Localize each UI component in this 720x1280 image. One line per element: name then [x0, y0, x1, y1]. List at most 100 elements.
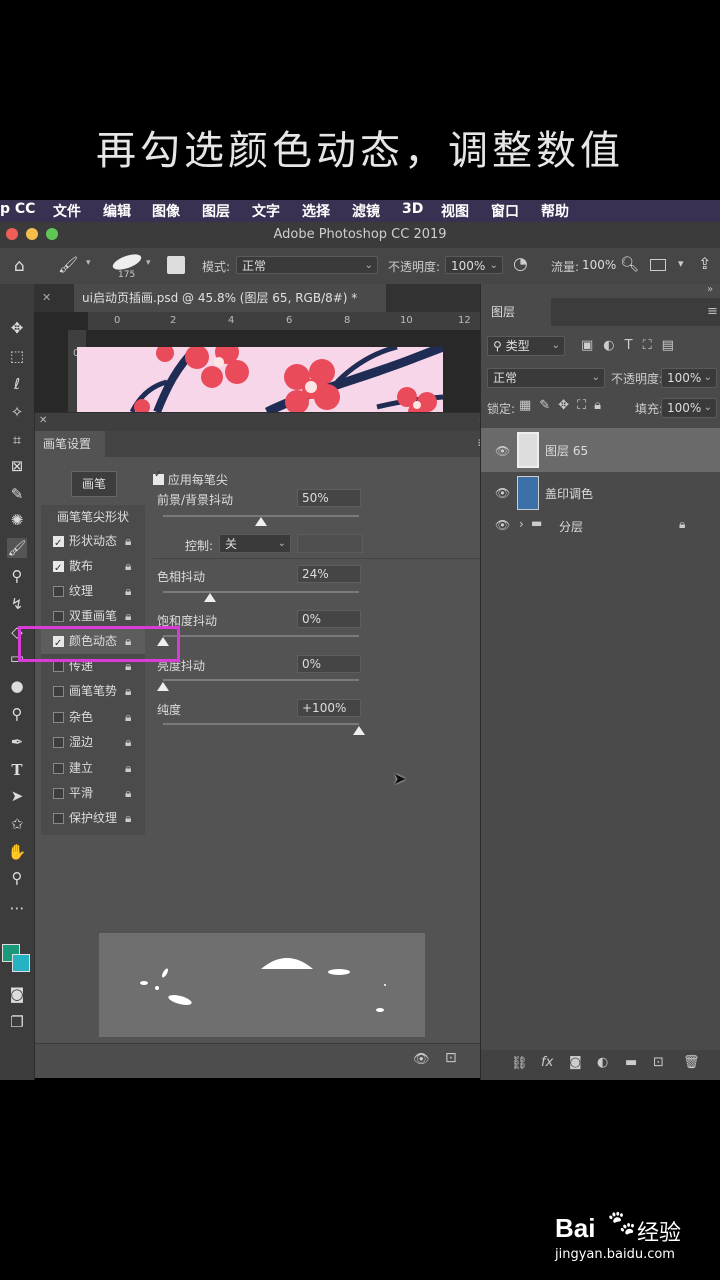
- move-tool-icon[interactable]: ✥: [7, 318, 27, 338]
- trash-icon[interactable]: 🗑︎: [683, 1055, 700, 1070]
- lock-icon[interactable]: 🔒︎: [125, 806, 131, 831]
- chevron-down-icon[interactable]: ▾: [86, 258, 91, 268]
- opacity-field[interactable]: 100% ⌄: [445, 256, 503, 274]
- menu-filter[interactable]: 滤镜: [352, 201, 380, 221]
- more-tools-icon[interactable]: ⋯: [7, 898, 27, 918]
- lock-icon[interactable]: 🔒︎: [125, 730, 131, 755]
- lasso-tool-icon[interactable]: ℓ: [7, 374, 27, 394]
- checkbox[interactable]: [153, 469, 164, 485]
- add-mask-icon[interactable]: ◙: [569, 1055, 582, 1070]
- lock-icon[interactable]: 🔒︎: [125, 781, 131, 806]
- magic-wand-tool-icon[interactable]: ✧: [7, 402, 27, 422]
- fx-icon[interactable]: fx: [541, 1055, 553, 1070]
- crop-tool-icon[interactable]: ⌗: [7, 430, 27, 450]
- apply-per-tip-option[interactable]: 应用每笔尖: [153, 469, 228, 488]
- menu-help[interactable]: 帮助: [541, 201, 569, 221]
- menu-image[interactable]: 图像: [152, 201, 180, 221]
- share-icon[interactable]: ⇪: [698, 254, 711, 273]
- new-brush-icon[interactable]: ⊡: [445, 1050, 457, 1066]
- toggle-preview-icon[interactable]: 👁︎: [413, 1052, 430, 1067]
- checkbox[interactable]: [53, 611, 64, 622]
- clone-stamp-tool-icon[interactable]: ⚲: [7, 566, 27, 586]
- dodge-tool-icon[interactable]: ⚲: [7, 704, 27, 724]
- checkbox[interactable]: [53, 788, 64, 799]
- checkbox[interactable]: [53, 586, 64, 597]
- checkbox[interactable]: [53, 763, 64, 774]
- purity-field[interactable]: +100%: [297, 699, 361, 717]
- saturation-jitter-slider[interactable]: [163, 635, 359, 637]
- menu-3d[interactable]: 3D: [402, 201, 423, 217]
- type-tool-icon[interactable]: T: [7, 760, 27, 780]
- shape-tool-icon[interactable]: ✩: [7, 814, 27, 834]
- eye-icon[interactable]: 👁︎: [495, 518, 510, 532]
- path-selection-tool-icon[interactable]: ➤: [7, 786, 27, 806]
- layer-group-row[interactable]: 👁︎ › ▬ 分层 🔒︎: [481, 510, 720, 540]
- checkbox[interactable]: [53, 556, 64, 581]
- blend-mode-select[interactable]: 正常 ⌄: [487, 368, 605, 388]
- menu-layer[interactable]: 图层: [202, 201, 230, 221]
- layer-row-selected[interactable]: 👁︎ 图层 65: [481, 428, 720, 472]
- checkbox[interactable]: [53, 686, 64, 697]
- layer-filter-select[interactable]: ⚲ 类型 ⌄: [487, 336, 565, 356]
- option-build-up[interactable]: 建立 🔒︎: [41, 756, 145, 781]
- checkbox[interactable]: [53, 737, 64, 748]
- zoom-tool-icon[interactable]: ⚲: [7, 868, 27, 888]
- screen-mode-icon[interactable]: ❐: [7, 1012, 27, 1032]
- brightness-jitter-slider[interactable]: [163, 679, 359, 681]
- menu-app[interactable]: p CC: [0, 201, 35, 217]
- eye-icon[interactable]: 👁︎: [495, 444, 510, 458]
- close-tab-icon[interactable]: ✕: [42, 291, 51, 304]
- eyedropper-tool-icon[interactable]: ✎: [7, 484, 27, 504]
- checkbox[interactable]: [53, 661, 64, 672]
- option-scattering[interactable]: 散布 🔒︎: [41, 554, 145, 581]
- hue-jitter-slider[interactable]: [163, 591, 359, 593]
- expand-group-icon[interactable]: ›: [519, 517, 524, 531]
- mode-select[interactable]: 正常 ⌄: [236, 256, 378, 274]
- lock-icon[interactable]: 🔒︎: [125, 705, 131, 730]
- new-layer-icon[interactable]: ⊡: [653, 1055, 664, 1070]
- brush-panel-toggle-icon[interactable]: [167, 256, 185, 274]
- slider-thumb[interactable]: [353, 726, 365, 735]
- lock-options-icons[interactable]: ▦✎✥⛶🔒︎: [519, 398, 609, 413]
- document-tab[interactable]: ui启动页插画.psd @ 45.8% (图层 65, RGB/8#) *: [74, 284, 386, 312]
- hand-tool-icon[interactable]: ✋: [7, 842, 27, 862]
- lock-icon[interactable]: 🔒︎: [125, 554, 131, 579]
- menu-type[interactable]: 文字: [252, 201, 280, 221]
- slider-thumb[interactable]: [204, 593, 217, 602]
- canvas-artwork[interactable]: [77, 347, 443, 412]
- pressure-opacity-icon[interactable]: ◔: [513, 254, 528, 274]
- brush-settings-tab[interactable]: 画笔设置: [35, 431, 105, 457]
- control-select[interactable]: 关 ⌄: [219, 534, 291, 553]
- eye-icon[interactable]: 👁︎: [495, 486, 510, 500]
- chevron-down-icon[interactable]: ▾: [678, 257, 684, 270]
- layers-tab[interactable]: 图层: [481, 298, 551, 326]
- brush-tip-shape-item[interactable]: 画笔笔尖形状: [41, 505, 145, 530]
- slider-thumb[interactable]: [157, 682, 169, 691]
- lock-icon[interactable]: 🔒︎: [125, 679, 131, 704]
- checkbox[interactable]: [53, 531, 64, 556]
- option-wet-edges[interactable]: 湿边 🔒︎: [41, 730, 145, 755]
- link-layers-icon[interactable]: ⛓: [511, 1056, 528, 1071]
- fill-field[interactable]: 100% ⌄: [661, 398, 717, 418]
- flow-field[interactable]: 100%: [582, 256, 616, 274]
- workspace-icon[interactable]: [650, 259, 666, 271]
- home-icon[interactable]: ⌂: [14, 256, 25, 276]
- search-icon[interactable]: 🔍︎: [620, 255, 639, 273]
- menu-view[interactable]: 视图: [441, 201, 469, 221]
- history-brush-tool-icon[interactable]: ↯: [7, 594, 27, 614]
- healing-brush-tool-icon[interactable]: ✺: [7, 510, 27, 530]
- option-noise[interactable]: 杂色 🔒︎: [41, 705, 145, 730]
- background-color-swatch[interactable]: [12, 954, 30, 972]
- blur-tool-icon[interactable]: ●: [7, 676, 27, 696]
- layer-filter-icons[interactable]: ▣◐T⛶▤: [581, 338, 684, 353]
- brushes-button[interactable]: 画笔: [71, 471, 117, 497]
- purity-slider[interactable]: [163, 723, 359, 725]
- brush-preset-picker[interactable]: [110, 252, 144, 270]
- new-group-icon[interactable]: ▬: [625, 1055, 637, 1070]
- menu-select[interactable]: 选择: [302, 201, 330, 221]
- hue-jitter-field[interactable]: 24%: [297, 565, 361, 583]
- lock-icon[interactable]: 🔒︎: [125, 756, 131, 781]
- menu-edit[interactable]: 编辑: [103, 201, 131, 221]
- brush-tool-icon[interactable]: 🖌: [7, 538, 27, 558]
- checkbox[interactable]: [53, 813, 64, 824]
